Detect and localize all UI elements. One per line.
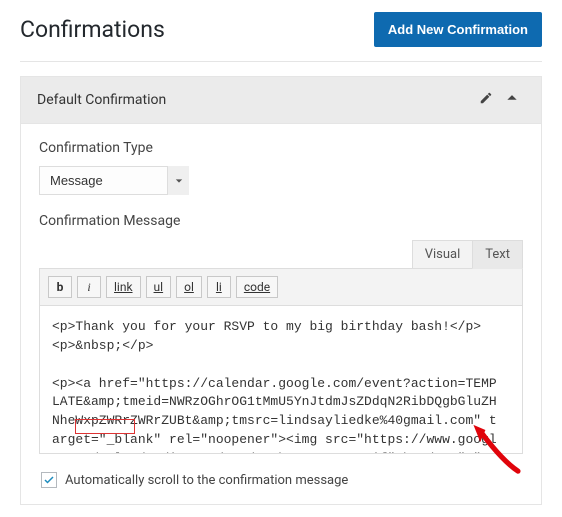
confirmation-type-select-wrap <box>39 166 189 195</box>
panel-header[interactable]: Default Confirmation <box>21 77 541 124</box>
edit-icon[interactable] <box>473 91 499 109</box>
panel-body: Confirmation Type Confirmation Message V… <box>21 124 541 504</box>
toolbar-bold-button[interactable]: b <box>48 276 72 298</box>
page-header: Confirmations Add New Confirmation <box>20 6 542 62</box>
toolbar-italic-button[interactable]: i <box>77 276 101 298</box>
confirmation-type-label: Confirmation Type <box>39 140 523 156</box>
confirmation-message-label: Confirmation Message <box>39 213 523 229</box>
editor-textarea-wrap <box>39 306 523 454</box>
toolbar-code-button[interactable]: code <box>236 276 278 298</box>
tab-visual[interactable]: Visual <box>412 240 474 269</box>
add-new-confirmation-button[interactable]: Add New Confirmation <box>374 12 542 47</box>
toolbar-ul-button[interactable]: ul <box>146 276 172 298</box>
toolbar-ol-button[interactable]: ol <box>176 276 202 298</box>
auto-scroll-row: Automatically scroll to the confirmation… <box>39 472 523 488</box>
confirmation-panel: Default Confirmation Confirmation Type C… <box>20 76 542 505</box>
message-editor: Visual Text b i link ul ol li code <box>39 239 523 454</box>
auto-scroll-checkbox[interactable] <box>41 472 57 488</box>
editor-toolbar: b i link ul ol li code <box>39 268 523 306</box>
editor-tabs: Visual Text <box>39 239 523 268</box>
page-title: Confirmations <box>20 16 165 43</box>
toolbar-li-button[interactable]: li <box>207 276 231 298</box>
tab-text[interactable]: Text <box>472 240 523 269</box>
collapse-icon[interactable] <box>499 91 525 109</box>
auto-scroll-label: Automatically scroll to the confirmation… <box>65 473 348 488</box>
toolbar-link-button[interactable]: link <box>106 276 141 298</box>
confirmation-type-select[interactable] <box>39 166 189 195</box>
editor-textarea[interactable] <box>40 306 522 453</box>
panel-title: Default Confirmation <box>37 92 473 108</box>
